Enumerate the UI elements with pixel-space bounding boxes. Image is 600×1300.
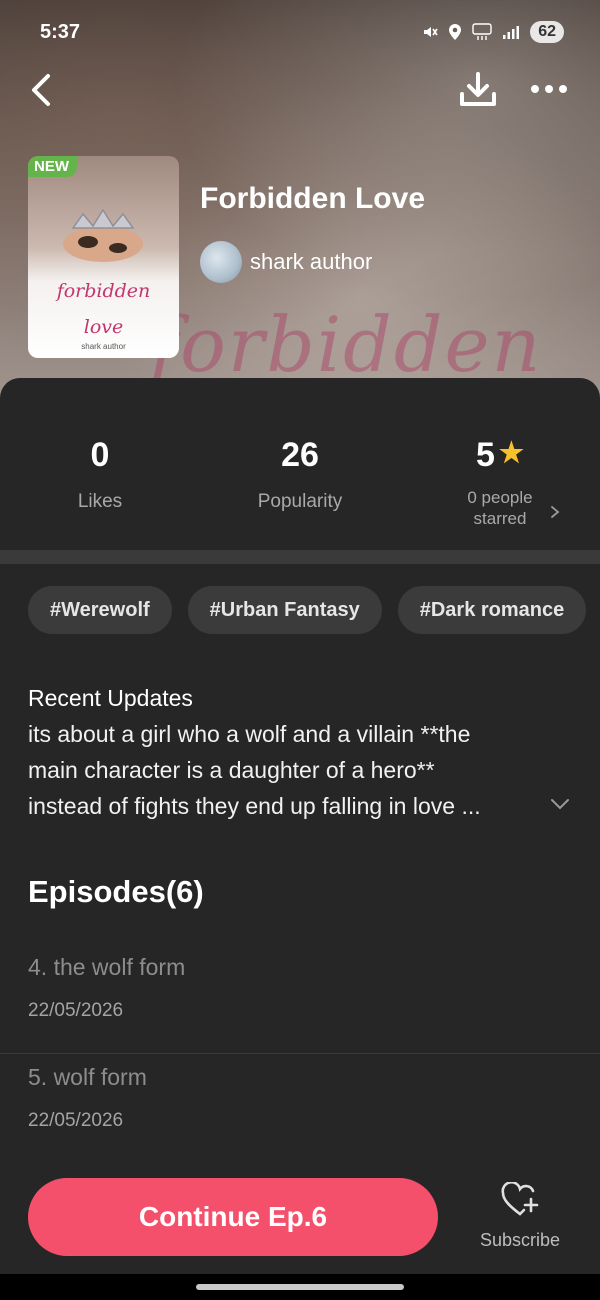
home-indicator[interactable] — [196, 1284, 404, 1290]
network-5g-icon — [472, 23, 492, 40]
location-icon — [449, 24, 462, 40]
cover-title-line2: love — [83, 316, 124, 338]
recent-updates: Recent Updates its about a girl who a wo… — [28, 680, 548, 824]
tag-list: #Werewolf #Urban Fantasy #Dark romance — [28, 586, 587, 634]
stat-likes: 0 Likes — [0, 436, 200, 513]
rating-row: 5 ★ — [400, 436, 600, 475]
likes-value: 0 — [90, 436, 110, 474]
battery-level: 62 — [530, 21, 564, 43]
episode-title: 5. wolf form — [28, 1064, 147, 1090]
rating-label-line1: 0 people — [467, 488, 533, 507]
back-icon[interactable] — [24, 70, 60, 110]
episode-item[interactable]: 4. the wolf form 22/05/2026 — [0, 944, 600, 1054]
details-panel: 0 Likes 26 Popularity 5 ★ 0 people starre… — [0, 378, 600, 1274]
episode-title: 4. the wolf form — [28, 954, 186, 980]
updates-line3: instead of fights they end up falling in… — [28, 793, 481, 819]
chevron-right-icon[interactable] — [548, 504, 562, 520]
author-avatar[interactable] — [200, 241, 242, 283]
episodes-header: Episodes(6) — [28, 874, 204, 909]
popularity-label: Popularity — [257, 491, 343, 512]
tag-werewolf[interactable]: #Werewolf — [28, 586, 172, 634]
cover-title-line1: forbidden — [56, 280, 151, 302]
stat-popularity: 26 Popularity — [200, 436, 400, 513]
rating-label-line2: starred — [473, 509, 527, 528]
tag-dark-romance[interactable]: #Dark romance — [397, 586, 587, 634]
system-nav-bar — [0, 1274, 600, 1300]
book-cover[interactable]: NEW forbidden love shark author — [28, 156, 179, 358]
stat-rating[interactable]: 5 ★ 0 people starred — [400, 436, 600, 529]
cover-crown-image — [63, 208, 143, 262]
tag-urban-fantasy[interactable]: #Urban Fantasy — [187, 586, 382, 634]
stats-row: 0 Likes 26 Popularity 5 ★ 0 people starre… — [0, 378, 600, 550]
author-name[interactable]: shark author — [250, 249, 372, 275]
status-icons: 62 — [422, 21, 564, 43]
cover-author: shark author — [81, 342, 126, 351]
mute-icon — [424, 27, 438, 37]
download-icon[interactable] — [456, 70, 500, 110]
status-time: 5:37 — [40, 20, 81, 43]
popularity-value: 26 — [281, 436, 319, 474]
updates-title: Recent Updates — [28, 685, 193, 711]
chevron-down-icon[interactable] — [548, 796, 572, 812]
book-title: Forbidden Love — [200, 182, 425, 215]
top-bar — [0, 60, 600, 120]
updates-line1: its about a girl who a wolf and a villai… — [28, 721, 471, 747]
status-bar: 5:37 62 — [0, 0, 600, 64]
heart-plus-icon — [501, 1182, 539, 1216]
subscribe-label: Subscribe — [479, 1230, 561, 1250]
bottom-action-bar: Continue Ep.6 Subscribe — [0, 1160, 600, 1274]
more-icon[interactable] — [526, 74, 572, 104]
rating-value: 5 — [475, 436, 495, 474]
author-row[interactable]: shark author — [200, 241, 372, 283]
updates-line2: main character is a daughter of a hero** — [28, 757, 435, 783]
continue-button[interactable]: Continue Ep.6 — [28, 1178, 438, 1256]
episode-item[interactable]: 5. wolf form 22/05/2026 — [0, 1054, 600, 1164]
signal-icon — [503, 26, 520, 39]
episode-date: 22/05/2026 — [28, 1110, 124, 1131]
star-icon: ★ — [498, 437, 525, 468]
likes-label: Likes — [77, 491, 123, 512]
section-divider — [0, 550, 600, 564]
hero-watermark: forbidden — [150, 300, 543, 389]
rating-label: 0 people starred — [400, 487, 600, 529]
subscribe-button[interactable]: Subscribe — [470, 1182, 570, 1251]
new-badge: NEW — [28, 156, 77, 177]
episode-date: 22/05/2026 — [28, 1000, 124, 1021]
